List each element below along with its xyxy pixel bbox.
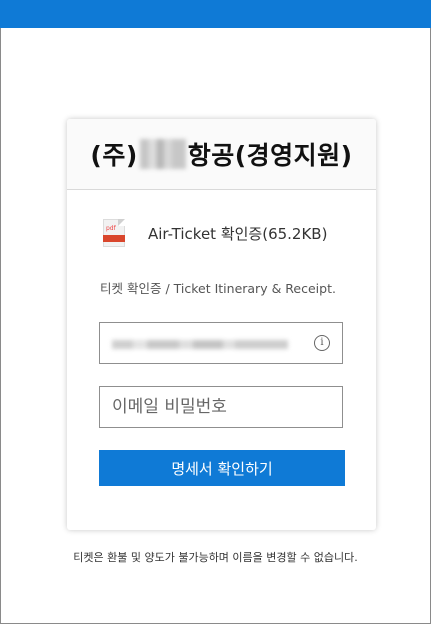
title-suffix: 항공(경영지원) [187, 141, 353, 170]
title-prefix: (주) [90, 141, 138, 170]
password-field[interactable] [99, 386, 343, 428]
attachment-name[interactable]: Air-Ticket 확인증(65.2KB) [148, 223, 327, 244]
login-card: (주) 항공(경영지원) pdf Air-Ticket 확인증(65.2KB) … [67, 119, 376, 530]
company-title: (주) 항공(경영지원) [90, 136, 352, 172]
attachment[interactable]: pdf Air-Ticket 확인증(65.2KB) [103, 219, 327, 247]
subtitle: 티켓 확인증 / Ticket Itinerary & Receipt. [100, 281, 336, 296]
email-field[interactable]: i [99, 322, 343, 364]
info-icon[interactable]: i [314, 335, 330, 351]
confirm-button[interactable]: 명세서 확인하기 [99, 450, 345, 486]
footer-note: 티켓은 환불 및 양도가 불가능하며 이름을 변경할 수 없습니다. [73, 551, 358, 564]
password-input[interactable] [100, 387, 342, 427]
pdf-file-icon: pdf [103, 219, 125, 247]
redacted-name [139, 139, 186, 169]
top-accent-bar [0, 0, 431, 28]
redacted-email [112, 340, 288, 349]
card-header: (주) 항공(경영지원) [67, 119, 376, 190]
